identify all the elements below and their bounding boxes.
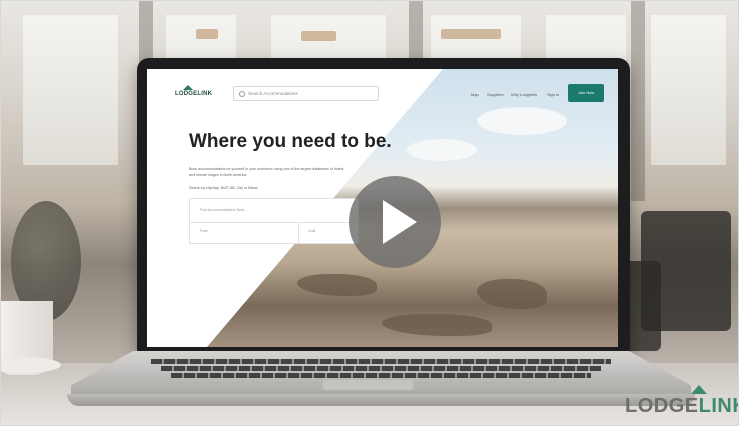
- nav-link-signin[interactable]: Sign in: [547, 92, 559, 97]
- cloud: [407, 139, 477, 161]
- quarry-rock: [297, 274, 377, 296]
- watermark-roof-icon: [691, 385, 707, 394]
- search-form: Find Accommodations Near... From Until: [189, 198, 359, 244]
- play-icon: [383, 200, 417, 244]
- hero-note: Search by city/hwy. NWT-AB, City or Name: [189, 186, 258, 190]
- background-detail: [301, 31, 336, 41]
- join-button[interactable]: Join Now: [568, 84, 604, 102]
- keyboard-row: [171, 373, 591, 378]
- form-location-field[interactable]: Find Accommodations Near...: [200, 208, 247, 212]
- nav-link-why[interactable]: Why Lodgelink: [511, 92, 537, 97]
- cloud: [477, 107, 567, 135]
- form-divider: [298, 222, 299, 243]
- hero-subtitle: Book accommodations for yourself or your…: [189, 167, 344, 177]
- form-divider: [190, 222, 358, 223]
- nav-link-map[interactable]: Map: [471, 92, 479, 97]
- keyboard-row: [151, 359, 611, 364]
- site-logo[interactable]: LODGELINK: [175, 91, 212, 97]
- watermark-logo: LODGELINK: [625, 395, 738, 418]
- form-to-field[interactable]: Until: [308, 229, 315, 233]
- quarry-rock: [382, 314, 492, 336]
- background-window: [651, 15, 726, 165]
- form-from-field[interactable]: From: [200, 229, 208, 233]
- play-button[interactable]: [349, 176, 441, 268]
- hero-title: Where you need to be.: [189, 131, 392, 152]
- logo-roof-icon: [183, 85, 193, 90]
- site-search-placeholder: Search Accommodations: [248, 91, 298, 96]
- watermark-text-lodge: LODGE: [625, 395, 699, 417]
- nav-link-suppliers[interactable]: Suppliers: [487, 92, 504, 97]
- keyboard-row: [161, 366, 601, 371]
- trackpad: [323, 380, 413, 390]
- background-column: [631, 1, 645, 201]
- watermark-text-link: LINK: [698, 395, 738, 417]
- laptop-front-edge: [67, 394, 695, 406]
- search-icon: [239, 91, 245, 97]
- video-frame: LODGELINK Search Accommodations Map Supp…: [0, 0, 739, 426]
- background-detail: [441, 29, 501, 39]
- quarry-rock: [477, 279, 547, 309]
- background-window: [23, 15, 118, 165]
- site-search-input[interactable]: Search Accommodations: [233, 86, 379, 101]
- background-detail: [196, 29, 218, 39]
